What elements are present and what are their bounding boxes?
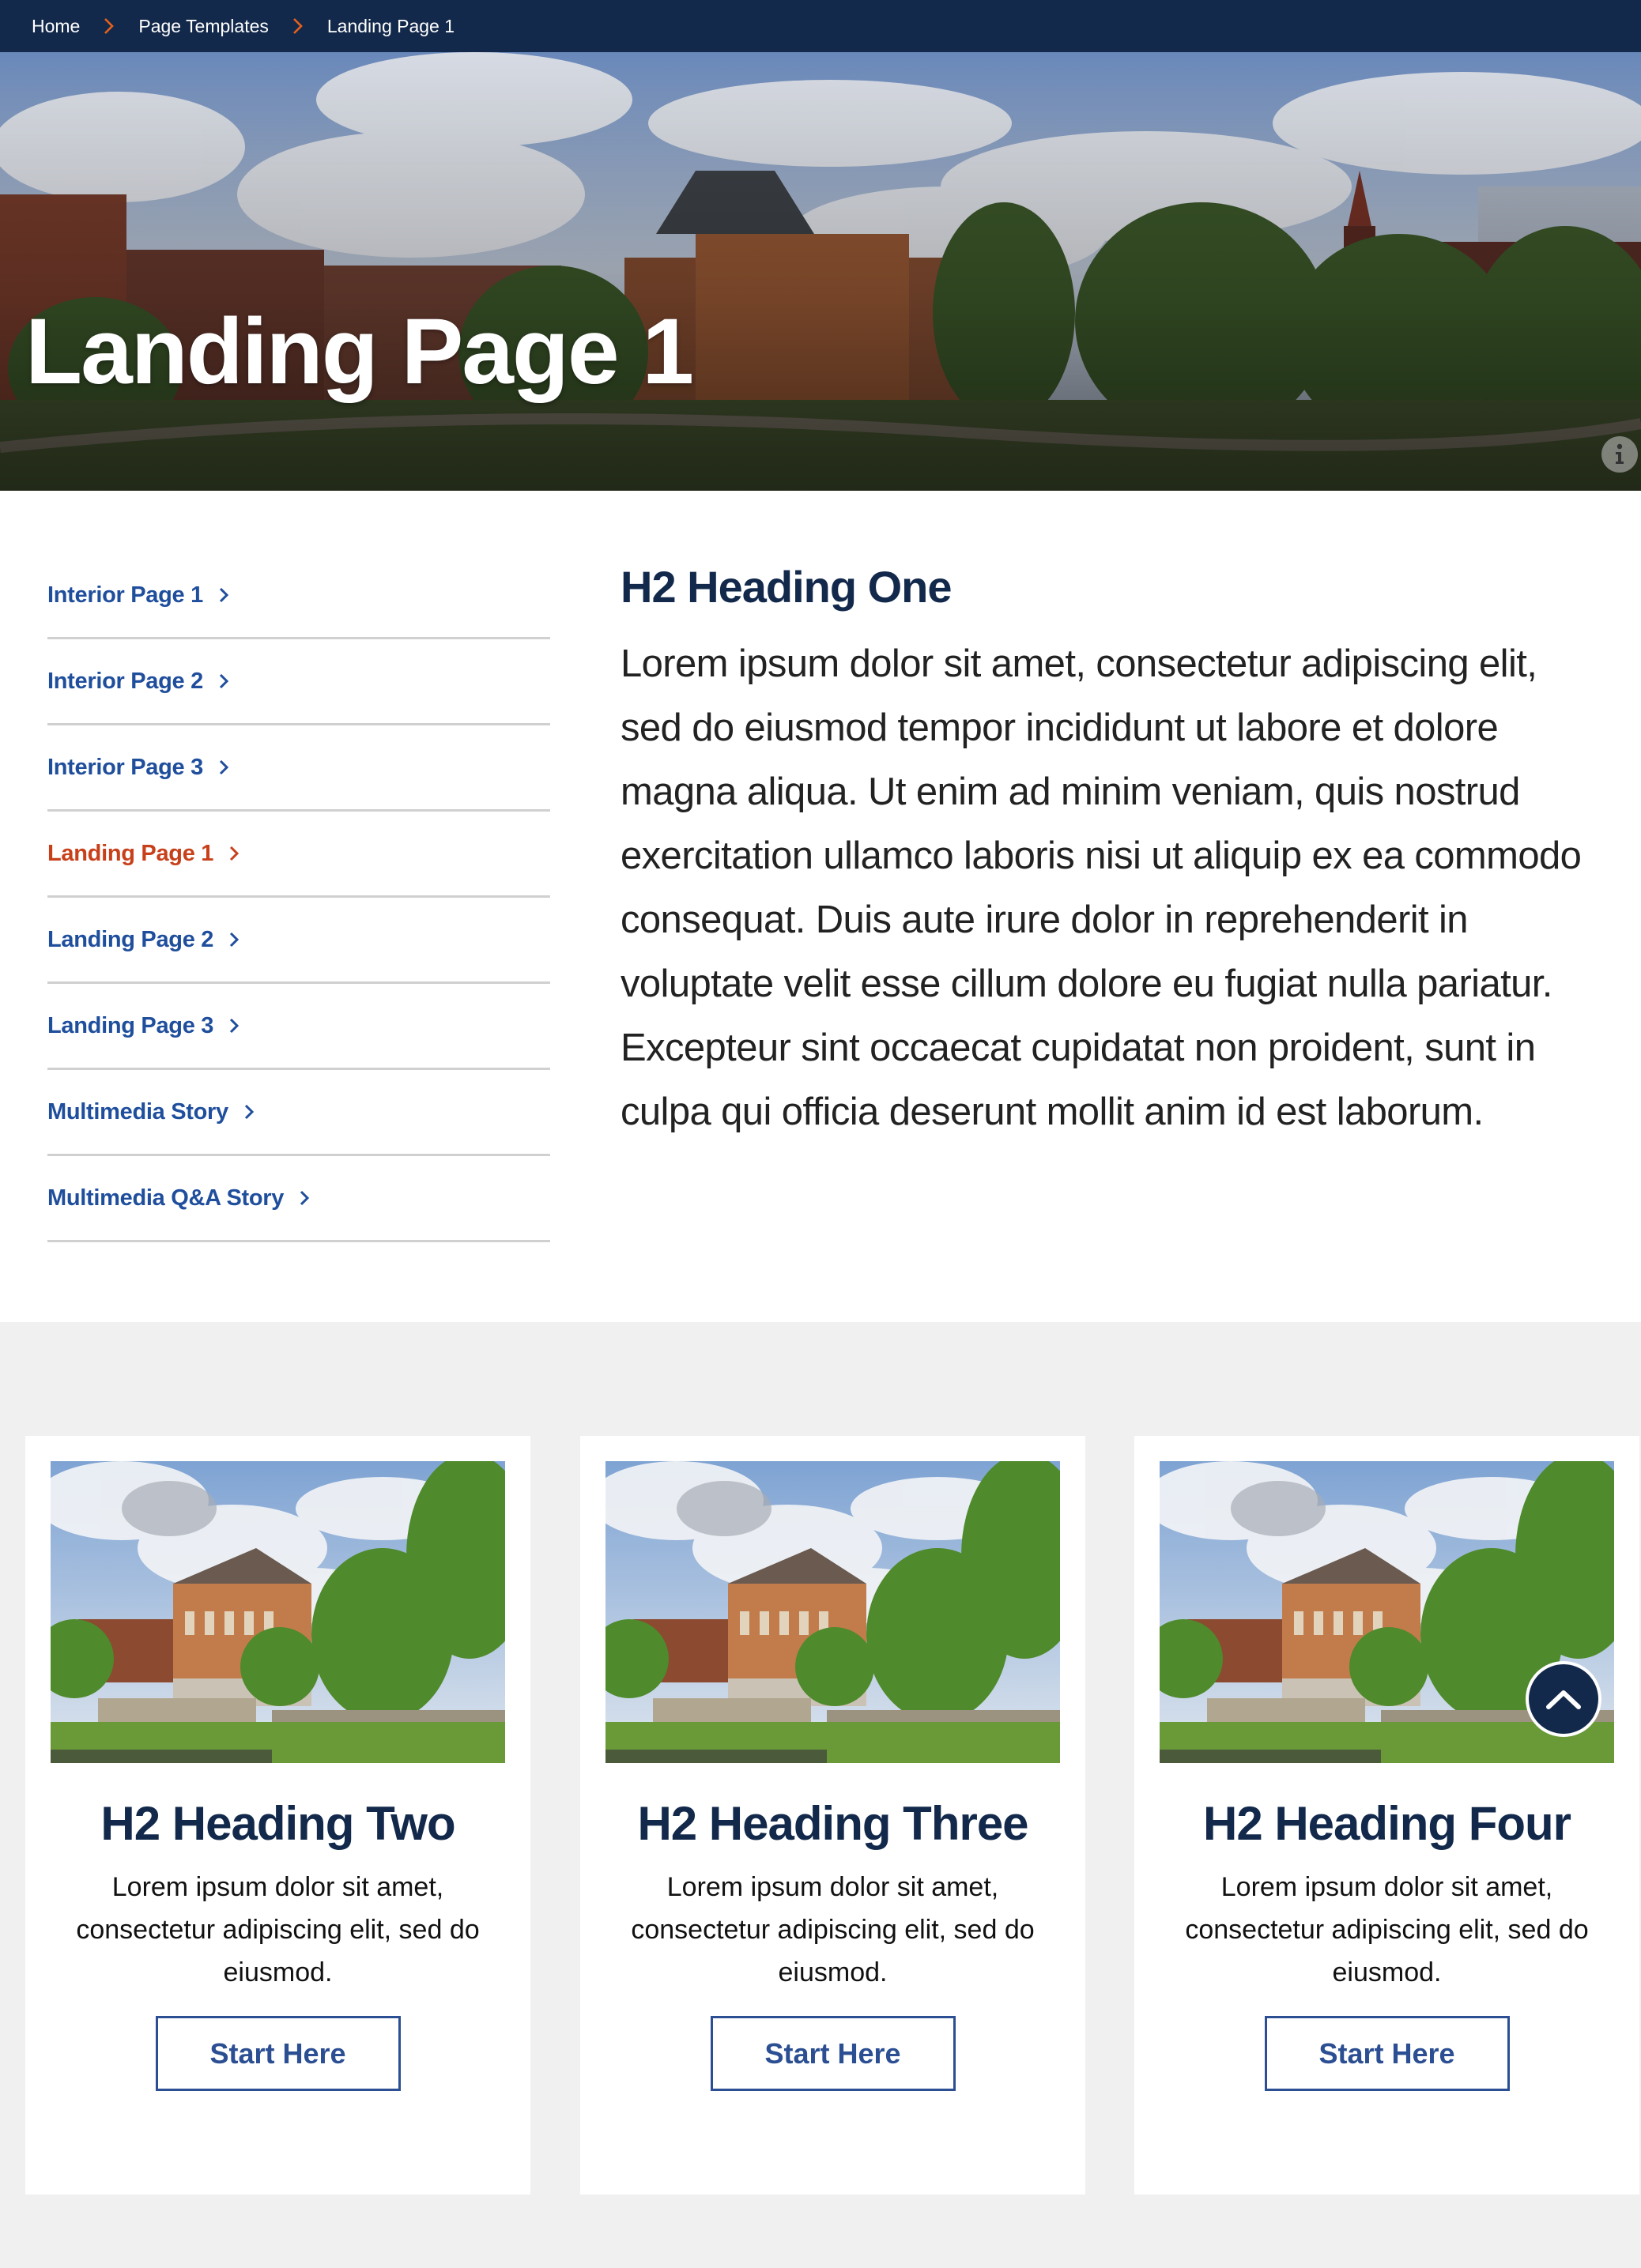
sidebar-item-multimedia-qa-story[interactable]: Multimedia Q&A Story	[47, 1156, 550, 1242]
chevron-up-icon	[1546, 1690, 1581, 1709]
breadcrumb-home[interactable]: Home	[32, 16, 80, 37]
card-image	[51, 1461, 505, 1763]
chevron-right-icon	[217, 672, 230, 691]
chevron-right-icon	[286, 14, 310, 38]
intro-section: H2 Heading One Lorem ipsum dolor sit ame…	[621, 563, 1601, 1144]
sidebar-item-label: Interior Page 1	[47, 582, 203, 608]
sidebar-item-label: Interior Page 2	[47, 668, 203, 694]
card-heading: H2 Heading Three	[637, 1797, 1028, 1850]
card-section: H2 Heading Two Lorem ipsum dolor sit ame…	[0, 1322, 1641, 2268]
sidebar-item-landing-page-3[interactable]: Landing Page 3	[47, 984, 550, 1070]
start-here-button[interactable]: Start Here	[1264, 2016, 1510, 2091]
hero-campus-image	[0, 52, 1641, 491]
chevron-right-icon	[217, 758, 230, 777]
card-heading: H2 Heading Two	[100, 1797, 455, 1850]
sidebar-item-label: Interior Page 3	[47, 754, 203, 780]
sidebar-item-label: Landing Page 3	[47, 1012, 214, 1038]
start-here-button[interactable]: Start Here	[710, 2016, 956, 2091]
chevron-right-icon	[217, 586, 230, 605]
intro-heading: H2 Heading One	[621, 562, 953, 612]
sidebar-item-label: Multimedia Story	[47, 1098, 228, 1125]
chevron-right-icon	[97, 14, 121, 38]
card-heading: H2 Heading Four	[1202, 1797, 1571, 1850]
sidebar-item-landing-page-2[interactable]: Landing Page 2	[47, 898, 550, 984]
chevron-right-icon	[228, 930, 240, 949]
sidebar-item-interior-page-2[interactable]: Interior Page 2	[47, 639, 550, 725]
sidebar-item-multimedia-story[interactable]: Multimedia Story	[47, 1070, 550, 1156]
intro-body: Lorem ipsum dolor sit amet, consectetur …	[621, 642, 1582, 1133]
card-body: Lorem ipsum dolor sit amet, consectetur …	[631, 1872, 1035, 1987]
sidebar-item-interior-page-1[interactable]: Interior Page 1	[47, 553, 550, 639]
page-title: Landing Page 1	[25, 300, 694, 404]
info-icon	[1616, 443, 1624, 464]
card: H2 Heading Two Lorem ipsum dolor sit ame…	[25, 1436, 530, 2195]
hero-banner: Landing Page 1	[0, 52, 1641, 491]
breadcrumb: Home Page Templates Landing Page 1	[0, 0, 1641, 52]
start-here-button[interactable]: Start Here	[155, 2016, 401, 2091]
card-body: Lorem ipsum dolor sit amet, consectetur …	[76, 1872, 480, 1987]
chevron-right-icon	[228, 1016, 240, 1035]
breadcrumb-current: Landing Page 1	[326, 15, 455, 36]
card-image	[605, 1461, 1060, 1763]
chevron-right-icon	[228, 844, 240, 863]
sidebar-item-label: Landing Page 2	[47, 926, 214, 952]
sidebar-item-landing-page-1[interactable]: Landing Page 1	[47, 812, 550, 898]
card-body: Lorem ipsum dolor sit amet, consectetur …	[1185, 1872, 1589, 1987]
chevron-right-icon	[243, 1102, 255, 1121]
breadcrumb-page-templates[interactable]: Page Templates	[138, 16, 269, 37]
back-to-top-button[interactable]	[1526, 1661, 1601, 1737]
chevron-right-icon	[298, 1189, 311, 1207]
card: H2 Heading Three Lorem ipsum dolor sit a…	[580, 1436, 1085, 2195]
sidebar-item-label: Multimedia Q&A Story	[47, 1185, 285, 1211]
sidebar-item-label: Landing Page 1	[47, 840, 214, 866]
image-info-button[interactable]	[1601, 436, 1638, 473]
card: H2 Heading Four Lorem ipsum dolor sit am…	[1134, 1436, 1639, 2195]
sidebar-item-interior-page-3[interactable]: Interior Page 3	[47, 725, 550, 812]
section-nav: Interior Page 1 Interior Page 2 Interior…	[47, 553, 550, 1242]
